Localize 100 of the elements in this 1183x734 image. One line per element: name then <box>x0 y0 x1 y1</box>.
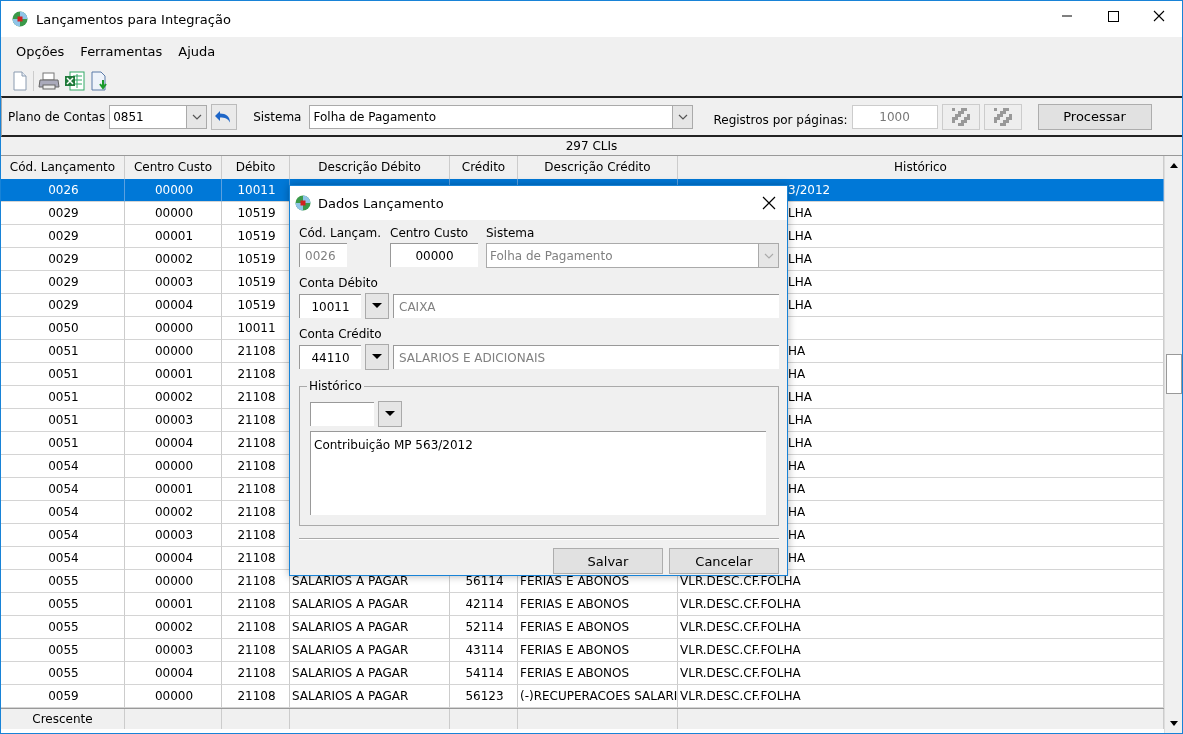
account-code-field[interactable]: 44110 <box>299 345 361 369</box>
table-cell: 00001 <box>125 478 222 501</box>
table-cell: 52114 <box>450 616 518 639</box>
menu-item[interactable]: Opções <box>8 44 73 59</box>
table-cell: VLR.DESC.CF.FOLHA <box>678 593 1164 616</box>
table-cell: 00000 <box>125 317 222 340</box>
pattern-icon <box>993 107 1012 126</box>
undo-button[interactable] <box>211 103 238 130</box>
table-cell: 0029 <box>1 202 125 225</box>
table-cell: 0051 <box>1 386 125 409</box>
centro-label: Centro Custo <box>390 226 470 240</box>
account-code-field[interactable]: 10011 <box>299 294 361 318</box>
table-cell: 0055 <box>1 616 125 639</box>
table-cell: 00004 <box>125 547 222 570</box>
table-cell: SALARIOS A PAGAR <box>290 639 450 662</box>
table-cell: 0051 <box>1 409 125 432</box>
dropdown-button[interactable] <box>365 293 389 319</box>
app-icon <box>294 194 312 212</box>
table-cell: 00000 <box>125 179 222 202</box>
printer-icon[interactable] <box>38 71 60 91</box>
table-cell: 42114 <box>450 593 518 616</box>
table-cell: 0026 <box>1 179 125 202</box>
table-cell: 0055 <box>1 662 125 685</box>
table-cell: 0054 <box>1 547 125 570</box>
sistema-label: Sistema <box>486 226 536 240</box>
table-cell: 0055 <box>1 593 125 616</box>
table-cell: 0029 <box>1 248 125 271</box>
table-cell: 0054 <box>1 524 125 547</box>
table-cell: 00002 <box>125 501 222 524</box>
menu-item[interactable]: Ferramentas <box>72 44 171 59</box>
table-cell: 0055 <box>1 570 125 593</box>
table-cell: 43114 <box>450 639 518 662</box>
centro-field[interactable]: 00000 <box>390 243 478 267</box>
table-cell: SALARIOS A PAGAR <box>290 616 450 639</box>
table-cell: 0029 <box>1 225 125 248</box>
table-cell: VLR.DESC.CF.FOLHA <box>678 616 1164 639</box>
table-cell: 21108 <box>222 639 290 662</box>
sistema-label: Sistema <box>253 109 302 124</box>
table-cell: 00001 <box>125 363 222 386</box>
scroll-thumb[interactable] <box>1165 354 1182 394</box>
app-icon <box>12 11 28 27</box>
table-cell: 21108 <box>222 662 290 685</box>
table-cell: SALARIOS A PAGAR <box>290 662 450 685</box>
dialog-title: Dados Lançamento <box>318 195 445 211</box>
table-cell: 21108 <box>222 593 290 616</box>
table-cell: 0051 <box>1 363 125 386</box>
table-cell: 00002 <box>125 616 222 639</box>
table-cell: 00001 <box>125 225 222 248</box>
table-cell: 00000 <box>125 202 222 225</box>
table-cell: 0051 <box>1 432 125 455</box>
table-cell: 00003 <box>125 271 222 294</box>
plano-label: Plano de Contas <box>8 109 106 124</box>
table-cell: 0054 <box>1 501 125 524</box>
sistema-combobox[interactable]: Folha de Pagamento <box>309 104 694 129</box>
conta-credito-label: Conta Crédito <box>299 327 383 341</box>
table-cell: 0029 <box>1 271 125 294</box>
window-title: Lançamentos para Integração <box>36 11 232 27</box>
vertical-scrollbar[interactable] <box>1164 156 1182 733</box>
table-cell: FERIAS E ABONOS <box>518 662 678 685</box>
table-cell: 54114 <box>450 662 518 685</box>
table-cell: 0055 <box>1 639 125 662</box>
spreadsheet-export-icon[interactable] <box>64 71 86 91</box>
table-cell: 00004 <box>125 432 222 455</box>
dialog-button[interactable]: Cancelar <box>669 548 779 574</box>
sort-order-label: Crescente <box>1 709 125 729</box>
table-cell: 00002 <box>125 248 222 271</box>
conta-debito-label: Conta Débito <box>299 276 379 290</box>
table-cell: 00000 <box>125 340 222 363</box>
historico-text-area[interactable]: Contribuição MP 563/2012 <box>310 431 766 515</box>
registros-label: Registros por páginas: <box>713 112 848 127</box>
table-cell: 0054 <box>1 455 125 478</box>
table-cell: FERIAS E ABONOS <box>518 593 678 616</box>
dropdown-button[interactable] <box>365 344 389 370</box>
table-cell: 21108 <box>222 616 290 639</box>
table-cell: FERIAS E ABONOS <box>518 639 678 662</box>
table-cell: FERIAS E ABONOS <box>518 616 678 639</box>
table-cell: 00004 <box>125 662 222 685</box>
dialog-button[interactable]: Salvar <box>553 548 663 574</box>
document-download-icon[interactable] <box>90 71 110 91</box>
cod-label: Cód. Lançam. <box>299 226 382 240</box>
table-cell: 0050 <box>1 317 125 340</box>
historico-label: Histórico <box>307 379 364 393</box>
table-cell: 0029 <box>1 294 125 317</box>
table-cell: 00000 <box>125 570 222 593</box>
table-cell: 00001 <box>125 593 222 616</box>
process-button[interactable]: Processar <box>1037 103 1152 130</box>
dropdown-button[interactable] <box>378 401 402 427</box>
table-cell: 00002 <box>125 386 222 409</box>
table-cell: 00003 <box>125 639 222 662</box>
historico-code-field[interactable] <box>310 402 374 426</box>
plano-combobox[interactable]: 0851 <box>109 104 208 129</box>
next-page-button[interactable] <box>983 103 1022 130</box>
table-cell: 00004 <box>125 294 222 317</box>
table-cell: VLR.DESC.CF.FOLHA <box>678 639 1164 662</box>
table-cell: VLR.DESC.CF.FOLHA <box>678 662 1164 685</box>
menu-item[interactable]: Ajuda <box>170 44 224 59</box>
previous-page-button[interactable] <box>941 103 980 130</box>
table-cell: 00003 <box>125 524 222 547</box>
table-cell: 00003 <box>125 409 222 432</box>
table-cell: 0051 <box>1 340 125 363</box>
